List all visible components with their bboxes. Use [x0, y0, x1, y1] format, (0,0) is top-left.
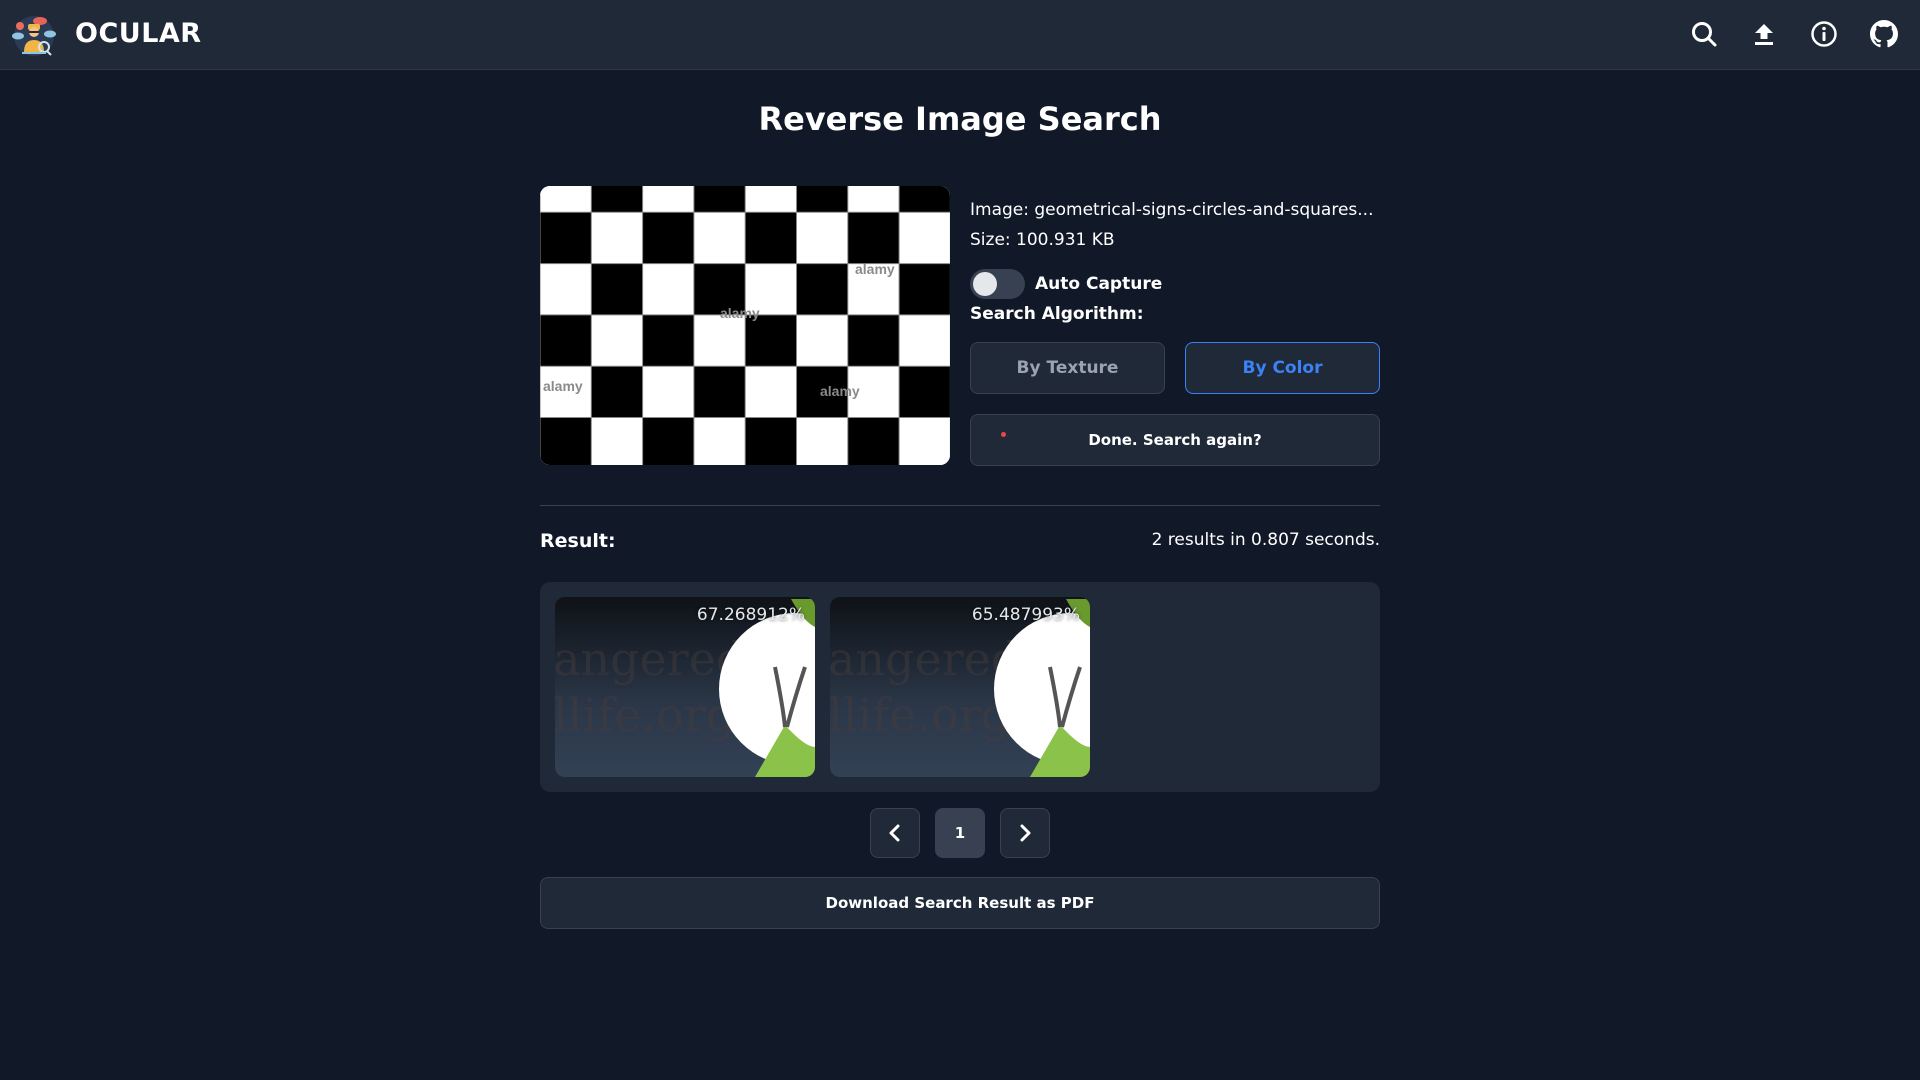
- similarity-score: 65.487993%: [971, 605, 1080, 625]
- chevron-left-icon: [889, 824, 900, 842]
- upload-icon[interactable]: [1750, 20, 1778, 48]
- similarity-score: 67.268912%: [696, 605, 805, 625]
- results-panel: angered llife.org 67.268912% angered lli…: [540, 582, 1380, 792]
- next-page-button[interactable]: [1000, 808, 1050, 858]
- search-icon[interactable]: [1690, 20, 1718, 48]
- watermark-text: alamy: [855, 261, 895, 277]
- image-name: Image: geometrical-signs-circles-and-squ…: [970, 200, 1374, 220]
- query-image-preview: alamy alamy alamy alamy: [540, 186, 950, 465]
- result-summary: 2 results in 0.807 seconds.: [1151, 530, 1380, 550]
- by-texture-button[interactable]: By Texture: [970, 342, 1165, 394]
- watermark-text: alamy: [543, 378, 583, 394]
- app-header: OCULAR: [0, 0, 1920, 70]
- result-card[interactable]: angered llife.org 65.487993%: [830, 597, 1090, 777]
- result-card[interactable]: angered llife.org 67.268912%: [555, 597, 815, 777]
- query-image: alamy alamy alamy alamy: [540, 186, 950, 465]
- brand-name[interactable]: OCULAR: [75, 18, 202, 49]
- toggle-knob: [973, 272, 997, 296]
- auto-capture-toggle[interactable]: [970, 269, 1025, 299]
- search-again-button[interactable]: Done. Search again?: [970, 414, 1380, 466]
- divider: [540, 505, 1380, 506]
- query-info: Image: geometrical-signs-circles-and-squ…: [970, 198, 1380, 324]
- status-dot-icon: [1001, 432, 1006, 437]
- page-number-button[interactable]: 1: [935, 808, 985, 858]
- search-algorithm-label: Search Algorithm:: [970, 304, 1144, 324]
- github-icon[interactable]: [1870, 20, 1898, 48]
- result-heading: Result:: [540, 530, 616, 552]
- by-color-button[interactable]: By Color: [1185, 342, 1380, 394]
- image-size: Size: 100.931 KB: [970, 230, 1115, 250]
- ocular-logo-icon[interactable]: [10, 12, 58, 58]
- download-pdf-button[interactable]: Download Search Result as PDF: [540, 877, 1380, 929]
- auto-capture-row: Auto Capture: [970, 268, 1162, 300]
- search-again-label: Done. Search again?: [1088, 431, 1262, 449]
- auto-capture-label: Auto Capture: [1035, 274, 1163, 294]
- chevron-right-icon: [1020, 824, 1031, 842]
- previous-page-button[interactable]: [870, 808, 920, 858]
- info-icon[interactable]: [1810, 20, 1838, 48]
- watermark-text: alamy: [820, 383, 860, 399]
- watermark-text: alamy: [720, 305, 760, 321]
- page-title: Reverse Image Search: [758, 100, 1162, 138]
